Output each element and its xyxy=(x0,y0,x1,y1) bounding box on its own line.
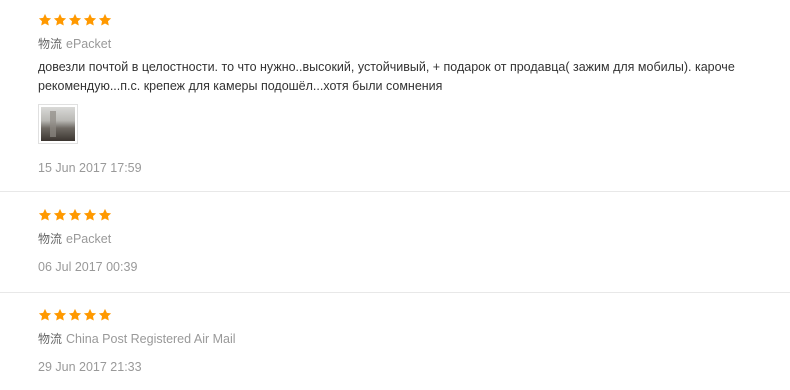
shipping-label: 物流 xyxy=(38,232,63,246)
review-date: 06 Jul 2017 00:39 xyxy=(38,260,138,274)
shipping-value: ePacket xyxy=(66,232,112,246)
review-item: 物流 China Post Registered Air Mail 29 Jun … xyxy=(0,294,790,390)
review-item: 物流 ePacket довезли почтой в целостности. … xyxy=(0,0,790,192)
review-item: 物流 ePacket 06 Jul 2017 00:39 xyxy=(0,193,790,293)
star-icon xyxy=(53,13,67,27)
star-icon xyxy=(98,308,112,322)
shipping-method: 物流 ePacket xyxy=(38,230,111,247)
review-date: 15 Jun 2017 17:59 xyxy=(38,161,142,175)
review-comment: довезли почтой в целостности. то что нуж… xyxy=(38,58,790,96)
star-icon xyxy=(38,208,52,222)
star-icon xyxy=(68,308,82,322)
review-date: 29 Jun 2017 21:33 xyxy=(38,360,142,374)
star-icon xyxy=(53,208,67,222)
review-comment-line: довезли почтой в целостности. то что нуж… xyxy=(38,60,735,74)
star-icon xyxy=(83,208,97,222)
review-comment-line: рекомендую...п.с. крепеж для камеры подо… xyxy=(38,79,443,93)
star-icon xyxy=(38,13,52,27)
shipping-label: 物流 xyxy=(38,37,63,51)
shipping-method: 物流 China Post Registered Air Mail xyxy=(38,330,236,347)
star-icon xyxy=(98,13,112,27)
star-rating xyxy=(38,13,112,27)
shipping-label: 物流 xyxy=(38,332,63,346)
shipping-value: China Post Registered Air Mail xyxy=(66,332,236,346)
star-icon xyxy=(83,13,97,27)
photo-image xyxy=(41,107,75,141)
star-icon xyxy=(98,208,112,222)
star-icon xyxy=(83,308,97,322)
star-icon xyxy=(68,208,82,222)
star-rating xyxy=(38,208,112,222)
shipping-value: ePacket xyxy=(66,37,112,51)
star-icon xyxy=(53,308,67,322)
star-icon xyxy=(68,13,82,27)
star-icon xyxy=(38,308,52,322)
review-photo-thumbnail[interactable] xyxy=(38,104,78,144)
shipping-method: 物流 ePacket xyxy=(38,35,111,52)
star-rating xyxy=(38,308,112,322)
